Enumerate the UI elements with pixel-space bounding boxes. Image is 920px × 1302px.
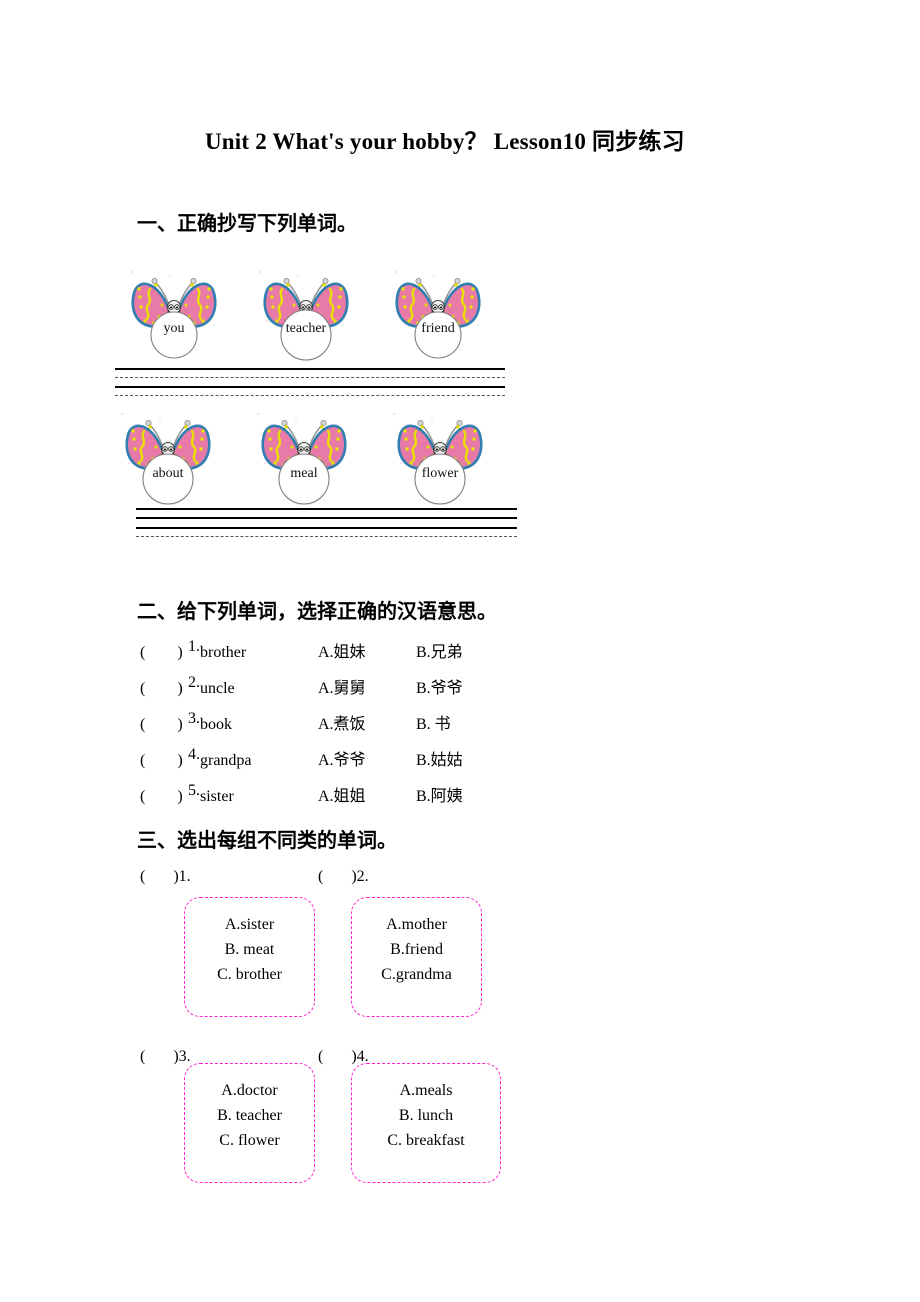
section-heading-1: 一、正确抄写下列单词。 (137, 213, 357, 235)
option-item[interactable]: C. breakfast (352, 1128, 500, 1153)
option-item[interactable]: B.friend (352, 937, 481, 962)
match-number-column: 1. 2. 3. 4. 5. (188, 638, 200, 818)
butterfly-word-card: teacher (254, 263, 358, 363)
section-heading-3: 三、选出每组不同类的单词。 (137, 830, 397, 852)
butterfly-word-row-1: you teacher friend (126, 263, 518, 363)
match-number: 2. (188, 674, 200, 691)
option-a[interactable]: A.煮饭 (318, 710, 416, 734)
butterfly-word-label: you (163, 321, 185, 336)
butterfly-word-row-2: about meal flower (116, 405, 524, 505)
option-item[interactable]: A.meals (352, 1078, 500, 1103)
option-item[interactable]: B. teacher (185, 1103, 314, 1128)
option-b[interactable]: B.阿姨 (416, 782, 506, 806)
option-box: A.meals B. lunch C. breakfast (351, 1063, 501, 1183)
option-b[interactable]: B.姑姑 (416, 746, 506, 770)
writing-line-dashed (136, 536, 517, 537)
option-item[interactable]: C. brother (185, 962, 314, 987)
butterfly-word-label: flower (421, 466, 459, 481)
butterfly-word-card: flower (388, 405, 492, 505)
option-box: A.mother B.friend C.grandma (351, 897, 482, 1017)
option-b[interactable]: B. 书 (416, 710, 506, 734)
question-word: book (200, 716, 232, 733)
answer-blank-parentheses[interactable]: ( )2. (318, 868, 369, 886)
option-a[interactable]: A.舅舅 (318, 674, 416, 698)
writing-lines-group-2 (136, 508, 517, 537)
writing-lines-group-1 (115, 368, 505, 396)
question-word: grandpa (200, 752, 252, 769)
option-item[interactable]: A.sister (185, 912, 314, 937)
match-number: 5. (188, 782, 200, 799)
question-word: brother (200, 644, 247, 661)
question-word: sister (200, 788, 234, 805)
answer-blank-parentheses[interactable]: ( )1. (140, 868, 191, 886)
option-item[interactable]: B. lunch (352, 1103, 500, 1128)
match-number: 3. (188, 710, 200, 727)
section-heading-2: 二、给下列单词，选择正确的汉语意思。 (137, 601, 497, 623)
butterfly-word-label: about (152, 466, 184, 481)
match-number: 1. (188, 638, 200, 655)
option-a[interactable]: A.姐妹 (318, 638, 416, 662)
question-word: uncle (200, 680, 235, 697)
butterfly-word-card: meal (252, 405, 356, 505)
butterfly-word-card: friend (390, 263, 486, 363)
option-box: A.sister B. meat C. brother (184, 897, 315, 1017)
option-a[interactable]: A.姐姐 (318, 782, 416, 806)
option-item[interactable]: C. flower (185, 1128, 314, 1153)
worksheet-page: Unit 2 What's your hobby？ Lesson10 同步练习 … (0, 0, 920, 1302)
match-number: 4. (188, 746, 200, 763)
butterfly-word-card: you (126, 263, 222, 363)
option-b[interactable]: B.兄弟 (416, 638, 506, 662)
option-item[interactable]: A.mother (352, 912, 481, 937)
butterfly-word-label: meal (290, 466, 318, 481)
option-b[interactable]: B.爷爷 (416, 674, 506, 698)
option-item[interactable]: C.grandma (352, 962, 481, 987)
answer-blank-parentheses[interactable]: ( )3. (140, 1048, 191, 1066)
butterfly-word-label: friend (421, 321, 455, 336)
option-item[interactable]: B. meat (185, 937, 314, 962)
option-a[interactable]: A.爷爷 (318, 746, 416, 770)
option-box: A.doctor B. teacher C. flower (184, 1063, 315, 1183)
writing-line-dashed (115, 395, 505, 396)
option-item[interactable]: A.doctor (185, 1078, 314, 1103)
page-title: Unit 2 What's your hobby？ Lesson10 同步练习 (205, 129, 685, 154)
butterfly-word-card: about (116, 405, 220, 505)
butterfly-word-label: teacher (285, 321, 327, 336)
